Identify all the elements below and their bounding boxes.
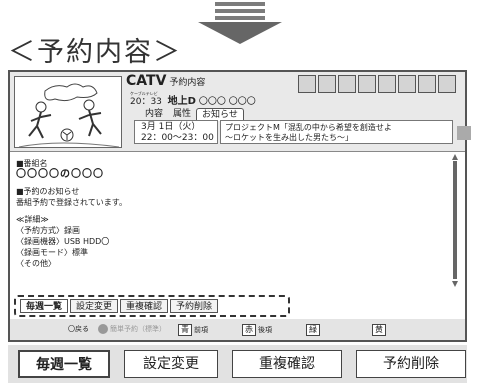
schedule-time: 22：00～23：00 — [141, 133, 214, 143]
check-overlap-button-large[interactable]: 重複確認 — [232, 350, 342, 378]
scroll-track[interactable] — [453, 161, 457, 279]
notice-text: 番組予約で登録されています。 — [16, 198, 127, 207]
red-key[interactable]: 赤 — [242, 324, 256, 336]
channel-square — [438, 75, 456, 93]
channel-square — [398, 75, 416, 93]
indicator-square — [457, 126, 471, 140]
channel-square — [298, 75, 316, 93]
blue-key[interactable]: 青 — [178, 324, 192, 336]
action-button-row: 毎週一覧 設定変更 重複確認 予約削除 — [14, 295, 290, 317]
easy-reserve-icon — [98, 324, 108, 334]
channel-square — [358, 75, 376, 93]
channel-name: CATV — [126, 73, 167, 89]
channel-square — [418, 75, 436, 93]
change-settings-button[interactable]: 設定変更 — [70, 299, 119, 313]
yellow-key[interactable]: 黄 — [372, 324, 386, 336]
broadcast-type: 地上D — [167, 96, 196, 107]
change-settings-button-large[interactable]: 設定変更 — [124, 350, 218, 378]
page-title: ＜予約内容＞ — [8, 37, 182, 68]
reservation-details: ■番組名 〇〇〇〇の〇〇〇 ■予約のお知らせ 番組予約で登録されています。 ≪詳… — [16, 158, 436, 269]
details-header: ≪詳細≫ — [16, 215, 49, 224]
channel-square — [378, 75, 396, 93]
check-overlap-button[interactable]: 重複確認 — [120, 299, 169, 313]
other-settings: 〈その他〉 — [16, 259, 56, 268]
green-key[interactable]: 緑 — [306, 324, 320, 336]
easy-reserve-label[interactable]: 簡単予約（標準） — [110, 324, 166, 334]
current-time: 20：33 — [130, 97, 162, 107]
delete-reservation-button[interactable]: 予約削除 — [170, 299, 219, 313]
program-header: CATV 予約内容 ケーブルテレビ 20：33 地上D 〇〇〇 〇〇〇 内容 属性… — [10, 72, 471, 152]
weekly-list-button-large[interactable]: 毎週一覧 — [18, 350, 110, 378]
program-title-box: プロジェクトM「混乱の中から希望を創造せよ ～ロケットを生み出した男たち～」 — [220, 120, 453, 144]
tv-screen: CATV 予約内容 ケーブルテレビ 20：33 地上D 〇〇〇 〇〇〇 内容 属性… — [8, 70, 471, 342]
delete-reservation-button-large[interactable]: 予約削除 — [356, 350, 466, 378]
schedule-box: 3月 1日（火） 22：00～23：00 — [134, 120, 218, 144]
red-key-label: 後項 — [258, 326, 272, 334]
remote-key-guide: 〇戻る 簡単予約（標準） 青 前項 赤 後項 緑 黄 — [10, 319, 465, 340]
scroll-down-icon[interactable] — [452, 281, 458, 287]
info-title: 予約内容 — [169, 78, 206, 88]
channel-squares — [298, 75, 456, 93]
record-mode: 〈録画モード〉標準 — [16, 248, 88, 257]
station-name: 〇〇〇 〇〇〇 — [198, 97, 256, 107]
scrollbar[interactable] — [447, 152, 463, 292]
scroll-up-icon[interactable] — [452, 154, 458, 160]
enlarged-button-row: 毎週一覧 設定変更 重複確認 予約削除 — [8, 345, 467, 383]
reserve-method: 〈予約方式〉録画 — [16, 226, 80, 235]
schedule-date: 3月 1日（火） — [141, 122, 201, 132]
blue-key-label: 前項 — [194, 326, 208, 334]
channel-square — [338, 75, 356, 93]
notice-header: ■予約のお知らせ — [16, 187, 80, 196]
weekly-list-button[interactable]: 毎週一覧 — [20, 299, 69, 313]
program-title-line1: プロジェクトM「混乱の中から希望を創造せよ — [225, 123, 392, 132]
channel-info: CATV 予約内容 ケーブルテレビ 20：33 地上D 〇〇〇 〇〇〇 — [126, 74, 256, 108]
record-device: 〈録画機器〉USB HDD〇 — [16, 237, 110, 246]
program-name: 〇〇〇〇の〇〇〇 — [16, 169, 104, 180]
program-thumbnail — [14, 76, 122, 148]
down-arrow-icon — [198, 0, 282, 46]
program-name-header: ■番組名 — [16, 159, 48, 168]
program-title-line2: ～ロケットを生み出した男たち～」 — [225, 133, 353, 142]
channel-square — [318, 75, 336, 93]
back-key-label[interactable]: 〇戻る — [68, 324, 89, 334]
